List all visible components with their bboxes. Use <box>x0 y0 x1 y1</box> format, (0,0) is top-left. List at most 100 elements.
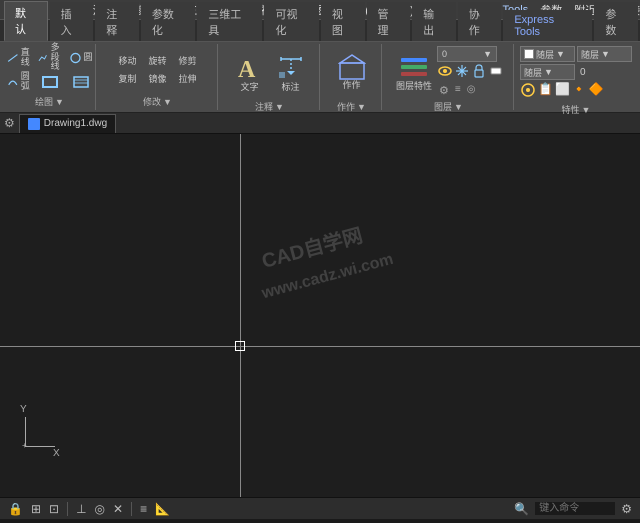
properties-extra-icon1[interactable]: ⬜ <box>555 82 570 101</box>
layer-match-icon[interactable]: ≡ <box>453 83 463 98</box>
tool-rotate[interactable]: 旋转 <box>144 53 172 69</box>
ribbon-tabs: 默认 插入 注释 参数化 三维工具 可视化 视图 管理 输出 协作 Expres… <box>0 20 640 42</box>
layer-name: 0 <box>442 49 447 59</box>
tab-insert[interactable]: 插入 <box>50 2 94 41</box>
drawing-canvas[interactable]: CAD自学网 www.cadz.wi.com Y X + <box>0 134 640 497</box>
annotation-group-dropdown-icon[interactable]: ▼ <box>275 102 284 112</box>
tool-line-label: 直线 <box>20 48 30 68</box>
tab-default[interactable]: 默认 <box>4 1 48 41</box>
tool-polyline[interactable]: 多段线 <box>35 50 65 66</box>
tool-arc[interactable]: 圆弧 <box>4 74 34 90</box>
properties-extra-icon3[interactable]: 🔶 <box>589 82 604 101</box>
crosshair-target <box>235 341 245 351</box>
drawing-tabs: ⚙ Drawing1.dwg <box>0 112 640 134</box>
props-group-dropdown-icon[interactable]: ▼ <box>582 105 591 115</box>
tool-trim[interactable]: 修剪 <box>174 53 202 69</box>
tab-annotation[interactable]: 注释 <box>95 2 139 41</box>
axes-indicator: Y X + <box>15 407 65 457</box>
status-grid-icon[interactable]: ⊞ <box>29 502 43 516</box>
tool-block[interactable]: 作作 <box>334 46 370 98</box>
tab-collab[interactable]: 协作 <box>458 2 502 41</box>
color-label: 随层 <box>536 48 554 61</box>
ribbon-group-properties-label: 作作 ▼ <box>337 100 366 113</box>
linetype-label: 随层 <box>581 48 599 61</box>
layer-lock-icon[interactable] <box>471 63 487 82</box>
tool-line[interactable]: 直线 <box>4 50 34 66</box>
ribbon-content: 直线 多段线 圆 圆弧 <box>0 42 640 112</box>
tool-polyline-label: 多段线 <box>49 43 62 73</box>
drawing-tab-main[interactable]: Drawing1.dwg <box>19 114 116 133</box>
ribbon-group-annotation-label: 注释 ▼ <box>255 100 284 113</box>
status-bar: 🔒 ⊞ ⊡ ⊥ ◎ ✕ ≡ 📐 🔍 ⚙ <box>0 497 640 519</box>
tool-move[interactable]: 移动 <box>114 53 142 69</box>
tab-manage[interactable]: 管理 <box>367 2 411 41</box>
tab-params[interactable]: 参数化 <box>141 2 195 41</box>
tool-text[interactable]: A 文字 <box>231 46 269 98</box>
svg-text:A: A <box>238 57 256 83</box>
status-divider-2 <box>131 502 132 516</box>
tab-express[interactable]: Express Tools <box>503 10 592 41</box>
tool-circle[interactable]: 圆 <box>66 50 96 66</box>
x-axis-label: X <box>53 448 60 459</box>
modify-group-dropdown-icon[interactable]: ▼ <box>163 97 172 107</box>
tool-dimension[interactable]: 标注 <box>273 46 309 98</box>
tool-layer-properties[interactable]: 图层特性 <box>393 46 435 98</box>
ribbon-group-modify-label: 修改 ▼ <box>143 95 172 108</box>
layer-dropdown[interactable]: 0 ▼ <box>437 46 497 62</box>
properties-group-dropdown-icon[interactable]: ▼ <box>357 102 366 112</box>
lineweight-control[interactable]: 随层 ▼ <box>520 64 575 80</box>
tab-3d[interactable]: 三维工具 <box>197 2 262 41</box>
layer-settings-icon[interactable]: ⚙ <box>437 83 451 98</box>
properties-match-icon[interactable] <box>520 82 536 101</box>
layer-visible-icon[interactable] <box>437 63 453 82</box>
status-divider <box>67 502 68 516</box>
layer-freeze-icon[interactable] <box>454 63 470 82</box>
tool-hatch[interactable] <box>66 74 96 90</box>
crosshair-vertical <box>240 134 241 497</box>
watermark-line2: www.cadz.wi.com <box>260 251 395 303</box>
drawing-tab-icon <box>28 118 40 130</box>
status-ortho-icon[interactable]: ⊥ <box>74 502 88 516</box>
properties-panel-icon[interactable]: 📋 <box>538 82 553 101</box>
tab-view[interactable]: 视图 <box>321 2 365 41</box>
command-input[interactable] <box>535 502 615 515</box>
layer-isolate-icon[interactable]: ◎ <box>465 83 478 98</box>
tool-copy[interactable]: 复制 <box>114 71 142 87</box>
status-search-icon[interactable]: 🔍 <box>512 502 531 516</box>
status-lock-icon[interactable]: 🔒 <box>6 502 25 516</box>
tool-rect[interactable] <box>35 74 65 90</box>
status-tspace-icon[interactable]: 📐 <box>153 502 172 516</box>
linetype-dropdown-icon[interactable]: ▼ <box>601 49 610 59</box>
ribbon-group-draw-label: 绘图 ▼ <box>35 95 64 108</box>
ribbon-group-annotation: A 文字 标注 注释 <box>220 44 320 110</box>
settings-icon[interactable]: ⚙ <box>4 116 15 130</box>
layers-group-dropdown-icon[interactable]: ▼ <box>454 102 463 112</box>
color-control[interactable]: 随层 ▼ <box>520 46 575 62</box>
tab-output[interactable]: 输出 <box>412 2 456 41</box>
tab-visual[interactable]: 可视化 <box>264 2 318 41</box>
color-dropdown-icon[interactable]: ▼ <box>556 49 565 59</box>
tool-mirror[interactable]: 镜像 <box>144 71 172 87</box>
lineweight-label: 随层 <box>524 66 542 79</box>
crosshair-horizontal <box>0 346 640 347</box>
layer-color-icon[interactable] <box>488 63 504 82</box>
lineweight-dropdown-icon[interactable]: ▼ <box>544 67 553 77</box>
ribbon-group-props-label: 特性 ▼ <box>562 103 591 116</box>
linetype-control[interactable]: 随层 ▼ <box>577 46 632 62</box>
ribbon-group-props-panel: 随层 ▼ 随层 ▼ 随层 ▼ 0 <box>516 44 636 110</box>
tool-arc-label: 圆弧 <box>20 72 30 92</box>
ribbon-group-layers: 图层特性 0 ▼ <box>384 44 514 110</box>
tab-params2[interactable]: 参数 <box>594 2 638 41</box>
properties-extra-icon2[interactable]: 🔸 <box>572 82 587 101</box>
status-settings-icon[interactable]: ⚙ <box>619 502 634 516</box>
status-osnap-icon[interactable]: ✕ <box>111 502 125 516</box>
layer-dropdown-arrow[interactable]: ▼ <box>483 49 492 59</box>
watermark-line1: CAD自学网 <box>258 219 365 274</box>
draw-group-dropdown-icon[interactable]: ▼ <box>55 97 64 107</box>
tool-stretch[interactable]: 拉伸 <box>174 71 202 87</box>
status-polar-icon[interactable]: ◎ <box>93 502 107 516</box>
status-lineweight-icon[interactable]: ≡ <box>138 502 149 516</box>
layer-count-display: 0 <box>577 67 589 78</box>
status-snap-icon[interactable]: ⊡ <box>47 502 61 516</box>
drawing-tab-label: Drawing1.dwg <box>44 118 107 129</box>
